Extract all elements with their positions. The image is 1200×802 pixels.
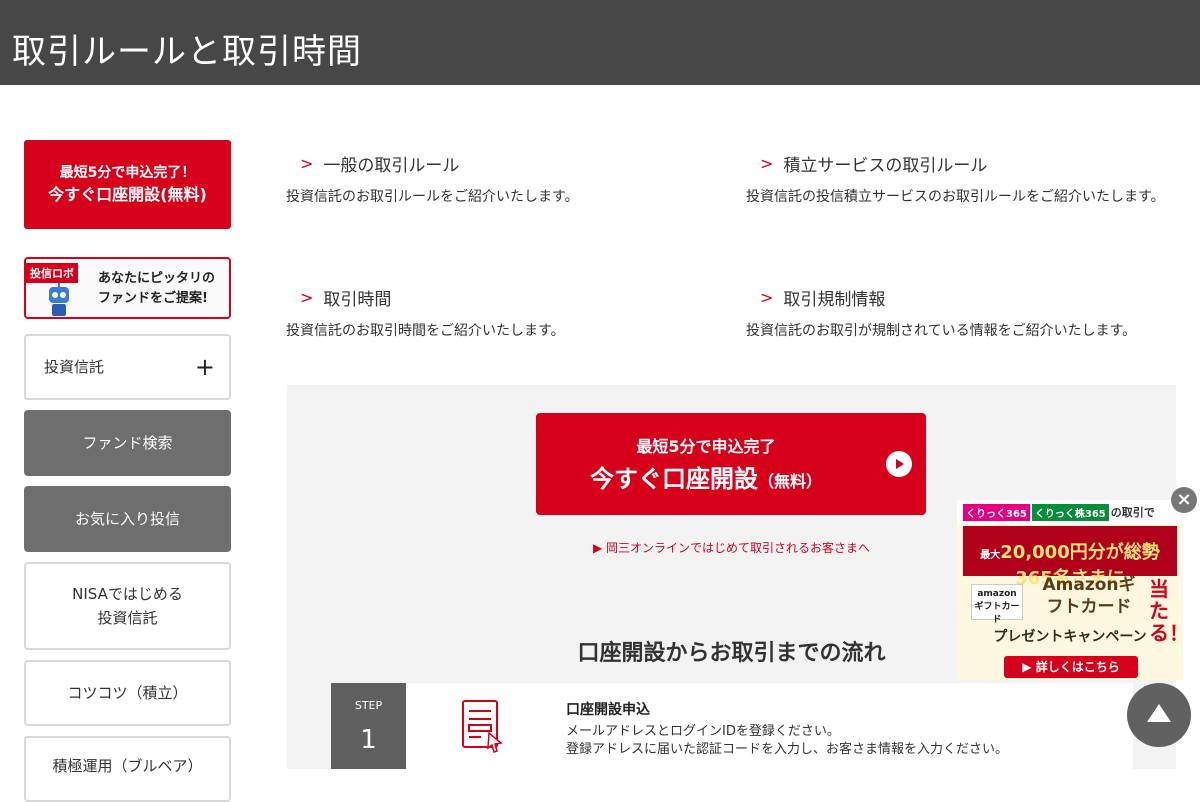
scroll-to-top-button[interactable] xyxy=(1127,683,1191,747)
step-card: STEP 1 口座開設申込 メールアドレスとログインIDを登録ください。 登録ア… xyxy=(331,683,1133,769)
link-desc: 投資信託の投信積立サービスのお取引ルールをご紹介いたします。 xyxy=(746,189,1165,205)
chevron-right-icon: > xyxy=(760,153,774,173)
step-desc-line2: 登録アドレスに届いた認証コードを入力し、お客さま情報を入力ください。 xyxy=(566,742,1009,757)
sidebar-item-fund-search[interactable]: ファンド検索 xyxy=(24,410,231,476)
play-icon xyxy=(886,451,912,477)
ad-gift-text: Amazonギフトカード xyxy=(1042,575,1136,617)
sidebar-item-investment-trust[interactable]: 投資信託 + xyxy=(24,334,231,400)
sidebar-item-label: 積極運用（ブルベア） xyxy=(52,757,203,775)
link-title[interactable]: 一般の取引ルール xyxy=(323,151,459,176)
robot-icon xyxy=(49,283,69,316)
step-desc-line1: メールアドレスとログインIDを登録ください。 xyxy=(566,724,840,739)
robo-tag: 投信ロボ xyxy=(26,263,78,283)
chevron-right-icon: > xyxy=(760,287,774,307)
sidebar-item-label: 投資信託 xyxy=(44,358,105,376)
amazon-sub-text: ギフトカード xyxy=(974,602,1020,625)
robo-line1: あなたにピッタリの xyxy=(98,271,216,286)
close-icon[interactable]: × xyxy=(1171,487,1197,513)
link-title[interactable]: 取引時間 xyxy=(323,285,391,310)
sidebar-item-label: 投資信託 xyxy=(97,609,158,627)
link-trading-restrictions[interactable]: > 取引規制情報 投資信託のお取引が規制されている情報をご紹介いたします。 xyxy=(746,284,1176,342)
link-desc: 投資信託のお取引時間をご紹介いたします。 xyxy=(286,323,565,339)
cta-line1: 最短5分で申込完了！ xyxy=(59,164,196,181)
sidebar-item-label: お気に入り投信 xyxy=(74,510,180,528)
plus-icon[interactable]: + xyxy=(195,355,215,379)
page-title: 取引ルールと取引時間 xyxy=(12,32,362,72)
sidebar-item-bullbear[interactable]: 積極運用（ブルベア） xyxy=(24,736,231,802)
link-trading-hours[interactable]: > 取引時間 投資信託のお取引時間をご紹介いたします。 xyxy=(286,284,716,342)
sidebar-item-nisa[interactable]: NISAではじめる 投資信託 xyxy=(24,562,231,650)
ad-logo-click-kabu365: くりっく株365 xyxy=(1031,503,1109,521)
ad-top-text: の取引で xyxy=(1110,506,1155,519)
ad-logo-click365: くりっく365 xyxy=(963,503,1030,521)
ad-prize-band: 最大20,000円分が総勢365名さまに xyxy=(963,526,1177,589)
link-tsumitate-rules[interactable]: > 積立サービスの取引ルール 投資信託の投信積立サービスのお取引ルールをご紹介いた… xyxy=(746,150,1176,208)
step-title: 口座開設申込 xyxy=(566,702,650,718)
link-desc: 投資信託のお取引が規制されている情報をご紹介いたします。 xyxy=(746,323,1137,339)
sidebar-item-label: コツコツ（積立） xyxy=(67,684,188,702)
sidebar-item-tsumitate[interactable]: コツコツ（積立） xyxy=(24,660,231,726)
robo-line2: ファンドをご提案! xyxy=(98,291,208,306)
sidebar-item-favorites[interactable]: お気に入り投信 xyxy=(24,486,231,552)
link-desc: 投資信託のお取引ルールをご紹介いたします。 xyxy=(286,189,579,205)
cta-line2: 今すぐ口座開設（無料） xyxy=(536,459,876,494)
chevron-right-icon: > xyxy=(300,153,314,173)
form-click-icon xyxy=(462,700,503,753)
campaign-ad-banner[interactable]: くりっく365 くりっく株365 の取引で 最大20,000円分が総勢365名さ… xyxy=(957,500,1183,680)
cta-line1: 最短5分で申込完了 xyxy=(636,437,776,456)
step-number-box: STEP 1 xyxy=(331,683,406,769)
sidebar-item-label: NISAではじめる xyxy=(72,585,183,603)
chevron-right-icon: > xyxy=(300,287,314,307)
open-account-button[interactable]: 最短5分で申込完了！ 今すぐ口座開設(無料) xyxy=(24,140,231,229)
cta-free-text: （無料） xyxy=(757,472,822,491)
step-description: メールアドレスとログインIDを登録ください。 登録アドレスに届いた認証コードを入… xyxy=(566,723,1008,759)
cta-main-text: 今すぐ口座開設 xyxy=(589,465,758,493)
ad-header: くりっく365 くりっく株365 の取引で xyxy=(957,500,1183,524)
robo-banner[interactable]: 投信ロボ あなたにピッタリの ファンドをご提案! xyxy=(24,257,231,319)
amazon-gift-card-icon: amazon ギフトカード xyxy=(971,584,1023,625)
sidebar-item-label: ファンド検索 xyxy=(82,434,173,452)
sidebar: 最短5分で申込完了！ 今すぐ口座開設(無料) 投信ロボ あなたにピッタリの ファ… xyxy=(24,140,231,802)
amazon-logo-text: amazon xyxy=(977,589,1017,599)
link-title[interactable]: 積立サービスの取引ルール xyxy=(783,151,987,176)
link-title[interactable]: 取引規制情報 xyxy=(783,285,885,310)
open-account-main-button[interactable]: 最短5分で申込完了 今すぐ口座開設（無料） xyxy=(536,413,926,515)
robo-text: あなたにピッタリの ファンドをご提案! xyxy=(98,269,215,309)
link-general-rules[interactable]: > 一般の取引ルール 投資信託のお取引ルールをご紹介いたします。 xyxy=(286,150,716,208)
step-number: 1 xyxy=(360,725,377,755)
step-label: STEP xyxy=(354,699,383,712)
ad-band-prefix: 最大 xyxy=(980,550,1001,561)
page-header: 取引ルールと取引時間 xyxy=(0,0,1200,85)
ad-campaign-text: プレゼントキャンペーン xyxy=(993,629,1147,645)
cta-line2: 今すぐ口座開設(無料) xyxy=(48,184,207,204)
ad-details-button[interactable]: ▶ 詳しくはこちら xyxy=(1004,656,1138,678)
